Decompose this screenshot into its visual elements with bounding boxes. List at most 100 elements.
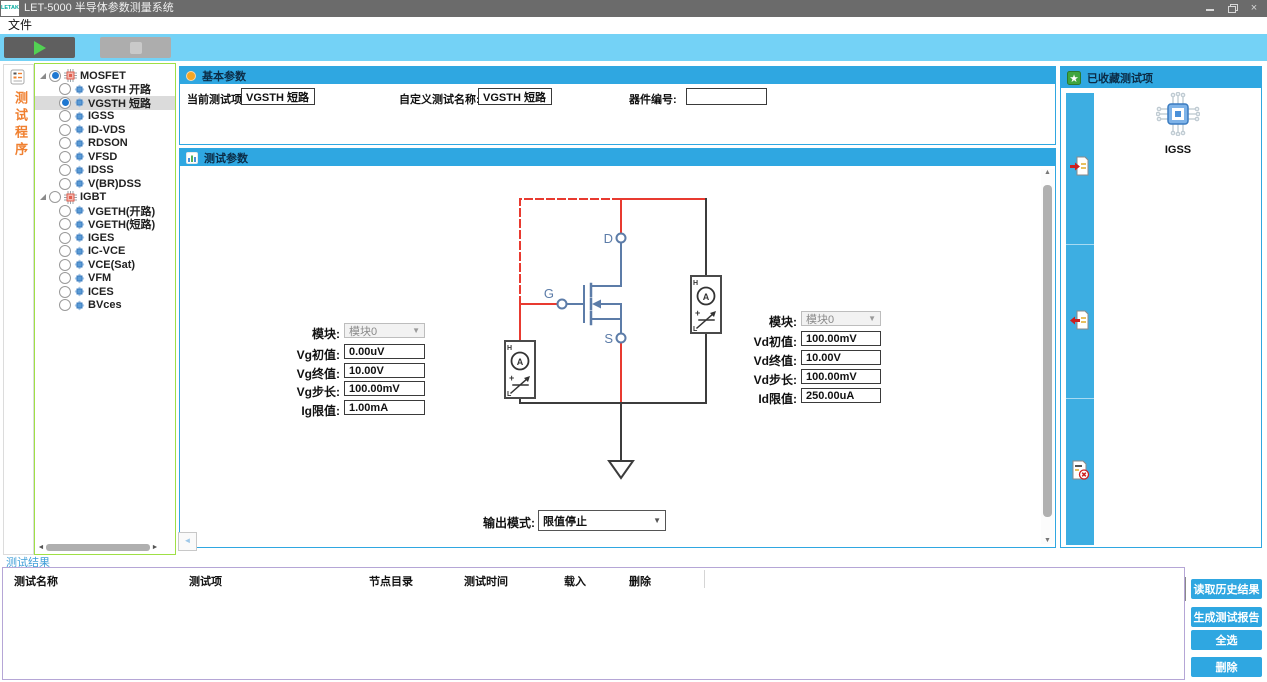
radio-mosfet[interactable]: [49, 70, 61, 82]
tree-item-vbrdss[interactable]: V(BR)DSS: [35, 177, 175, 191]
minimize-button[interactable]: [1203, 0, 1217, 17]
col-test-time: 测试时间: [464, 573, 508, 589]
chip-icon-small: [74, 219, 85, 230]
clear-favorites-button[interactable]: [1069, 459, 1091, 481]
section-dot-icon: [186, 71, 196, 81]
menu-file[interactable]: 文件: [8, 17, 32, 34]
tree-label: VCE(Sat): [88, 259, 135, 271]
basic-params-title: 基本参数: [202, 68, 246, 84]
vg-start-label: Vg初值:: [244, 346, 340, 363]
gate-module-select[interactable]: 模块0▼: [344, 323, 425, 338]
ammeter-label: A: [517, 357, 524, 367]
drain-module-select[interactable]: 模块0▼: [801, 311, 881, 326]
vd-step-input[interactable]: [801, 369, 881, 384]
tree-item-idss[interactable]: IDSS: [35, 164, 175, 178]
tree-label: IGSS: [88, 110, 114, 122]
test-params-panel: 测试参数 模块: 模块0▼ Vg初值: Vg终值: Vg步长: Ig限值: 模块…: [179, 148, 1056, 548]
tree-label: RDSON: [88, 137, 128, 149]
letak-logo: LETAK: [1, 1, 19, 16]
scroll-left-icon[interactable]: ◄: [37, 543, 45, 552]
load-history-button[interactable]: 读取历史结果: [1191, 579, 1262, 599]
device-id-input[interactable]: [686, 88, 767, 105]
tree-item-ices[interactable]: ICES: [35, 285, 175, 299]
remove-document-icon: [1069, 309, 1091, 331]
vg-step-input[interactable]: [344, 381, 425, 396]
vd-start-input[interactable]: [801, 331, 881, 346]
scroll-up-icon[interactable]: ▲: [1041, 169, 1054, 176]
generate-report-button[interactable]: 生成测试报告: [1191, 607, 1262, 627]
ig-limit-input[interactable]: [344, 400, 425, 415]
favorite-item-label: IGSS: [1136, 144, 1220, 156]
vg-end-label: Vg终值:: [244, 365, 340, 382]
vg-end-input[interactable]: [344, 363, 425, 378]
tree-label: BVces: [88, 299, 122, 311]
favorites-title: 已收藏测试项: [1087, 70, 1153, 86]
tree-item-iges[interactable]: IGES: [35, 231, 175, 245]
chevron-down-icon: ▼: [412, 326, 420, 335]
delete-results-button[interactable]: 删除: [1191, 657, 1262, 677]
tree-label: VFSD: [88, 151, 117, 163]
favorite-item-igss[interactable]: IGSS: [1136, 92, 1220, 156]
tree-horizontal-scrollbar[interactable]: ◄ ►: [37, 543, 159, 552]
select-all-button[interactable]: 全选: [1191, 630, 1262, 650]
tree-label: ICES: [88, 286, 114, 298]
col-load: 载入: [564, 573, 586, 589]
tab-test-program[interactable]: 测试程序: [11, 91, 30, 159]
scroll-right-icon[interactable]: ►: [151, 543, 159, 552]
tree-item-rdson[interactable]: RDSON: [35, 137, 175, 151]
chip-icon-small: [74, 259, 85, 270]
high-terminal-label: H: [507, 345, 512, 352]
panel-collapse-button[interactable]: ◄: [178, 532, 197, 551]
test-tree: MOSFET VGSTH 开路 VGSTH 短路 IGSS ID-VDS: [35, 69, 175, 312]
favorites-header: ★ 已收藏测试项: [1061, 67, 1261, 88]
tree-item-id-vds[interactable]: ID-VDS: [35, 123, 175, 137]
tree-item-vfm[interactable]: VFM: [35, 272, 175, 286]
chevron-down-icon: ▼: [868, 314, 876, 323]
chip-icon-small: [74, 300, 85, 311]
ic-chip-icon: [1156, 92, 1200, 136]
plus-label: +: [695, 308, 700, 318]
tree-item-vgeth-short[interactable]: VGETH(短路): [35, 218, 175, 232]
scroll-thumb[interactable]: [46, 544, 150, 551]
tree-item-ic-vce[interactable]: IC-VCE: [35, 245, 175, 259]
title-bar: LETAK LET-5000 半导体参数测量系统 ×: [0, 0, 1267, 17]
radio-igbt[interactable]: [49, 191, 61, 203]
ig-limit-label: Ig限值:: [244, 402, 340, 419]
test-params-scrollbar[interactable]: ▲ ▼: [1041, 169, 1054, 544]
remove-from-favorites-button[interactable]: [1069, 309, 1091, 331]
test-program-icon: [10, 69, 26, 90]
basic-params-panel: 基本参数 当前测试项: 自定义测试名称: 器件编号:: [179, 66, 1056, 145]
current-test-item-input[interactable]: [241, 88, 315, 105]
restore-button[interactable]: [1225, 0, 1239, 17]
chip-icon-small: [74, 138, 85, 149]
chip-icon-small: [74, 111, 85, 122]
test-params-header: 测试参数: [180, 149, 1055, 166]
play-icon: [34, 41, 46, 55]
chip-icon-small: [74, 124, 85, 135]
tree-label: MOSFET: [80, 70, 126, 82]
close-button[interactable]: ×: [1247, 0, 1261, 17]
chip-icon-small: [74, 273, 85, 284]
tree-item-bvces[interactable]: BVces: [35, 299, 175, 313]
col-test-item: 测试项: [189, 573, 222, 589]
tree-label: V(BR)DSS: [88, 178, 141, 190]
expander-icon[interactable]: [40, 73, 46, 79]
expander-icon[interactable]: [40, 194, 46, 200]
custom-test-name-input[interactable]: [478, 88, 552, 105]
run-button[interactable]: [4, 37, 75, 58]
tree-item-vfsd[interactable]: VFSD: [35, 150, 175, 164]
scroll-thumb[interactable]: [1043, 185, 1052, 517]
id-limit-input[interactable]: [801, 388, 881, 403]
stop-button[interactable]: [100, 37, 171, 58]
vd-end-input[interactable]: [801, 350, 881, 365]
vg-start-input[interactable]: [344, 344, 425, 359]
output-mode-select[interactable]: 限值停止▼: [538, 510, 666, 531]
chip-icon-small: [74, 286, 85, 297]
tree-item-igss[interactable]: IGSS: [35, 110, 175, 124]
high-terminal-label: H: [693, 280, 698, 287]
tree-item-vgsth-short[interactable]: VGSTH 短路: [35, 96, 175, 110]
add-to-favorites-button[interactable]: [1069, 155, 1091, 177]
tree-label: VFM: [88, 272, 111, 284]
scroll-down-icon[interactable]: ▼: [1041, 537, 1054, 544]
tree-item-vce-sat[interactable]: VCE(Sat): [35, 258, 175, 272]
